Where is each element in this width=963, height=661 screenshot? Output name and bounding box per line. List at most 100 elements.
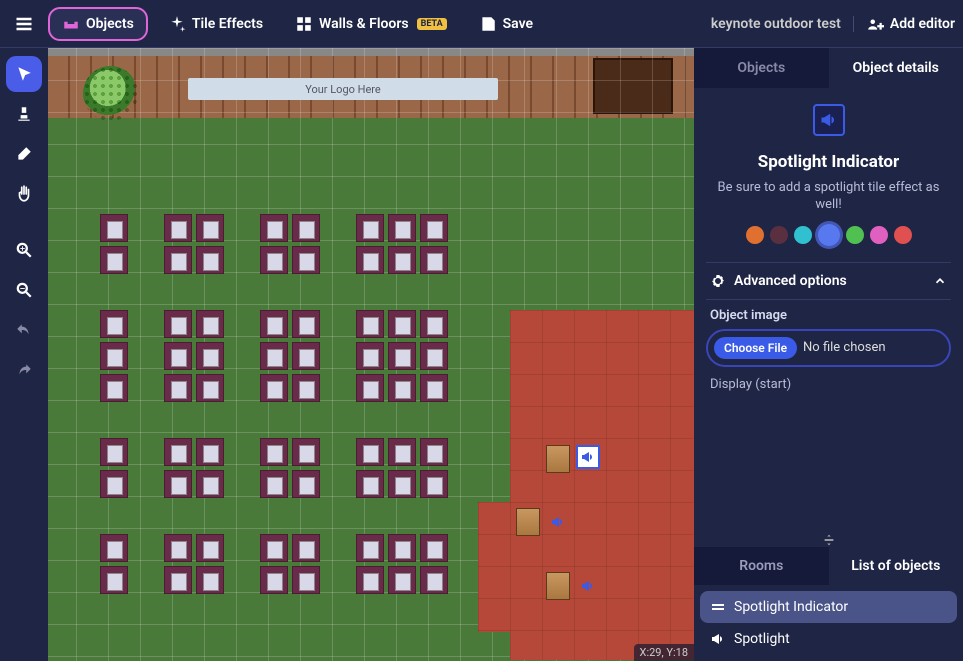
chair: [388, 470, 416, 498]
chair: [164, 438, 192, 466]
split-vertical-icon: [822, 533, 836, 547]
nav-objects[interactable]: Objects: [48, 7, 148, 41]
tab-object-details[interactable]: Object details: [829, 48, 963, 88]
save-button[interactable]: Save: [467, 9, 545, 39]
chair: [388, 246, 416, 274]
chair: [388, 310, 416, 338]
chair: [388, 342, 416, 370]
list-item-label: Spotlight Indicator: [734, 599, 848, 615]
chair: [164, 246, 192, 274]
select-tool[interactable]: [6, 56, 42, 92]
nav-walls-floors[interactable]: Walls & Floors BETA: [283, 9, 459, 39]
chair: [292, 342, 320, 370]
chair: [260, 214, 288, 242]
chair: [356, 214, 384, 242]
undo-tool[interactable]: [6, 312, 42, 348]
stamp-tool[interactable]: [6, 96, 42, 132]
chair: [388, 214, 416, 242]
nav-tile-effects[interactable]: Tile Effects: [156, 9, 275, 39]
chair: [356, 470, 384, 498]
chair: [164, 310, 192, 338]
file-status: No file chosen: [803, 340, 886, 355]
chair: [388, 374, 416, 402]
zoom-out-tool[interactable]: [6, 272, 42, 308]
chair: [260, 310, 288, 338]
chair: [164, 566, 192, 594]
tree-decoration: [83, 66, 138, 121]
chair: [164, 470, 192, 498]
chair: [388, 566, 416, 594]
chair: [100, 246, 128, 274]
color-swatch[interactable]: [894, 226, 912, 244]
hamburger-menu[interactable]: [8, 8, 40, 40]
stamp-icon: [15, 105, 33, 123]
tab-list-of-objects[interactable]: List of objects: [829, 547, 963, 585]
chair: [100, 342, 128, 370]
chair: [420, 374, 448, 402]
color-swatch[interactable]: [818, 224, 840, 246]
chair: [100, 534, 128, 562]
zoom-out-icon: [15, 281, 33, 299]
color-swatch[interactable]: [794, 226, 812, 244]
chair: [356, 566, 384, 594]
chair: [196, 246, 224, 274]
hand-tool[interactable]: [6, 176, 42, 212]
add-editor-label: Add editor: [890, 16, 955, 32]
chevron-up-icon: [933, 274, 947, 288]
display-start-label: Display (start): [706, 377, 951, 392]
spotlight-icon[interactable]: [546, 510, 570, 534]
bullhorn-icon: [710, 631, 726, 647]
spotlight-icon[interactable]: [576, 574, 600, 598]
zoom-in-tool[interactable]: [6, 232, 42, 268]
hand-icon: [15, 185, 33, 203]
list-item[interactable]: Spotlight: [700, 623, 957, 655]
drag-icon: [710, 599, 726, 615]
cursor-icon: [15, 65, 33, 83]
chair: [196, 534, 224, 562]
couch-icon: [62, 15, 80, 33]
color-swatch[interactable]: [746, 226, 764, 244]
chair: [164, 374, 192, 402]
tab-rooms[interactable]: Rooms: [694, 547, 829, 585]
object-description: Be sure to add a spotlight tile effect a…: [706, 180, 951, 214]
chair: [260, 374, 288, 402]
chair: [100, 566, 128, 594]
chair: [292, 374, 320, 402]
color-swatch[interactable]: [846, 226, 864, 244]
spotlight-indicator-selected[interactable]: [576, 445, 600, 469]
chair: [196, 310, 224, 338]
eraser-tool[interactable]: [6, 136, 42, 172]
chair: [164, 534, 192, 562]
chair: [420, 566, 448, 594]
menu-icon: [14, 14, 34, 34]
list-item[interactable]: Spotlight Indicator: [700, 591, 957, 623]
chair: [388, 438, 416, 466]
podium: [546, 572, 570, 600]
nav-objects-label: Objects: [86, 16, 134, 32]
map-canvas[interactable]: Your Logo Here X:29, Y:18: [48, 48, 694, 661]
chair: [164, 342, 192, 370]
choose-file-button[interactable]: Choose File: [714, 337, 797, 359]
chair: [420, 246, 448, 274]
color-swatch[interactable]: [870, 226, 888, 244]
advanced-options-label: Advanced options: [734, 273, 847, 289]
add-editor-button[interactable]: Add editor: [866, 15, 955, 33]
chair: [292, 438, 320, 466]
panel-resize-handle[interactable]: [694, 533, 963, 547]
chair: [420, 214, 448, 242]
file-input-row[interactable]: Choose File No file chosen: [706, 329, 951, 367]
list-item-label: Spotlight: [734, 631, 790, 647]
redo-tool[interactable]: [6, 352, 42, 388]
chair: [356, 310, 384, 338]
chair: [100, 470, 128, 498]
advanced-options-toggle[interactable]: Advanced options: [706, 262, 951, 299]
chair: [420, 342, 448, 370]
coordinates-readout: X:29, Y:18: [634, 644, 694, 661]
podium: [546, 445, 570, 473]
tab-objects[interactable]: Objects: [694, 48, 829, 88]
chair: [196, 470, 224, 498]
chair: [196, 566, 224, 594]
chair: [388, 534, 416, 562]
chair: [196, 342, 224, 370]
color-swatch[interactable]: [770, 226, 788, 244]
